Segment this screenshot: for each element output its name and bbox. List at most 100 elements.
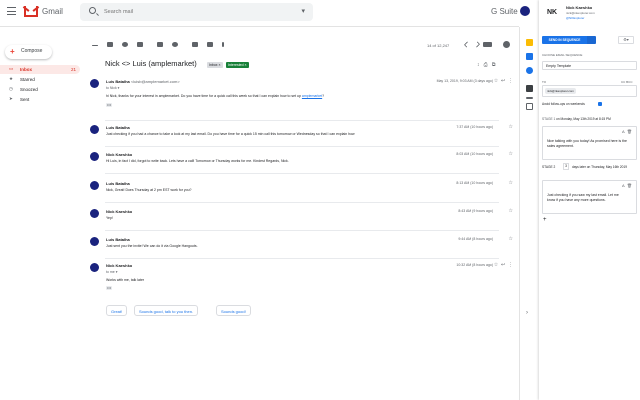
tasks-icon[interactable] — [526, 67, 533, 74]
reply-icon[interactable]: ↩ — [501, 78, 505, 84]
settings-gear-icon[interactable] — [503, 41, 510, 48]
schedule-options-button[interactable] — [587, 36, 596, 44]
delete-icon[interactable]: 🗑 — [627, 129, 632, 134]
smart-reply-great[interactable]: Great! — [106, 305, 128, 316]
smart-reply-talk-then[interactable]: Sounds good, talk to you then. — [134, 305, 199, 316]
left-nav: + Compose ▭ Inbox 21 ★ Starred ◷ Snoozed… — [0, 27, 85, 400]
keyboard-icon[interactable] — [483, 42, 492, 47]
text-format-icon[interactable]: A — [622, 183, 625, 188]
sequence-select[interactable]: Empty Template — [542, 61, 637, 70]
star-icon[interactable]: ☆ — [509, 208, 513, 214]
expand-panel-icon[interactable]: › — [526, 310, 533, 317]
message-item[interactable]: Luis Batalha 9:44 AM (8 hours ago) ☆ Jus… — [85, 235, 519, 257]
send-in-sequence-button[interactable]: SEND IN SEQUENCE — [542, 36, 587, 44]
star-icon[interactable]: ☆ — [509, 151, 513, 157]
keep-icon[interactable] — [526, 53, 533, 60]
message-item[interactable]: Luis Batalha 7:37 AM (10 hours ago) ☆ Ju… — [85, 123, 519, 145]
contact-handle[interactable]: @NKExplorer — [566, 16, 584, 20]
more-vert-icon[interactable] — [222, 42, 224, 47]
label-inbox[interactable]: Inbox × — [207, 62, 223, 68]
search-box[interactable]: ▾ — [80, 3, 313, 21]
stage1-editor[interactable]: A 🗑 Nice talking with you today! As prom… — [542, 126, 637, 160]
report-spam-icon[interactable] — [122, 42, 128, 47]
nav-item-snoozed[interactable]: ◷ Snoozed — [0, 85, 80, 94]
delete-icon[interactable] — [137, 42, 143, 47]
account-avatar[interactable] — [520, 6, 530, 16]
compose-label: Compose — [21, 48, 43, 54]
message-item[interactable]: Nick Kaeshko 10:32 AM (8 hours ago) ☆ ↩ … — [85, 261, 519, 301]
expand-all-icon[interactable]: ↕ — [477, 62, 480, 68]
move-to-icon[interactable] — [192, 42, 198, 47]
message-body: hi Nick, thanks for your interest in amp… — [106, 94, 325, 98]
star-icon[interactable]: ☆ — [494, 262, 498, 268]
mark-unread-icon[interactable] — [157, 42, 163, 47]
archive-icon[interactable] — [107, 42, 113, 47]
search-icon[interactable] — [89, 7, 96, 14]
nav-item-starred[interactable]: ★ Starred — [0, 75, 80, 84]
compose-button[interactable]: + Compose — [5, 45, 52, 59]
divider — [105, 120, 499, 121]
more-vert-icon[interactable]: ⋮ — [508, 78, 513, 84]
snooze-icon[interactable] — [172, 42, 178, 47]
add-stage-icon[interactable]: + — [543, 217, 547, 223]
addon-strip: › — [519, 27, 539, 400]
message-snippet: Hi Luis, in fact I did, forgot to write … — [106, 159, 289, 163]
panel-settings-button[interactable]: ⚙▾ — [618, 36, 634, 44]
stage2-editor[interactable]: A 🗑 Just checking if you saw my last ema… — [542, 180, 637, 214]
label-icon[interactable] — [207, 42, 213, 47]
print-icon[interactable]: ⎙ — [484, 62, 488, 68]
message-item[interactable]: Nick Kaeshko 8:43 AM (9 hours ago) ☆ Yep… — [85, 207, 519, 229]
amplemarket-link[interactable]: amplemarket — [302, 94, 322, 98]
back-arrow-icon[interactable] — [92, 45, 98, 46]
pager-text: 14 of 12,247 — [427, 43, 450, 48]
text-format-icon[interactable]: A — [622, 129, 625, 134]
cc-bcc-toggle[interactable]: CC BCC — [621, 80, 633, 84]
search-input[interactable] — [104, 5, 284, 19]
star-icon[interactable]: ☆ — [509, 180, 513, 186]
show-trimmed-icon[interactable]: ••• — [106, 103, 113, 107]
stage1-header: STAGE 1 on Monday, May 13th 2019 at 8:15… — [542, 117, 611, 121]
stage1-body[interactable]: Nice talking with you today! As promised… — [547, 139, 627, 148]
stage2-when: days later on Thursday, May 16th 2019 — [572, 165, 627, 169]
older-icon[interactable] — [463, 41, 471, 48]
reply-icon[interactable]: ↩ — [501, 262, 505, 268]
amplemarket-panel: NK Nick Kaeshko nick@nkexplorer.com @NKE… — [539, 0, 640, 400]
divider — [105, 258, 499, 259]
sender-name: Nick Kaeshko — [106, 263, 133, 268]
amplemarket-addon-icon[interactable] — [526, 85, 533, 92]
menu-icon[interactable] — [7, 7, 16, 15]
stage2-body[interactable]: Just checking if you saw my last email. … — [547, 193, 627, 202]
sender-avatar — [90, 125, 99, 134]
gmail-app: Gmail ▾ G Suite + Compose ▭ Inbox 21 ★ S… — [0, 0, 640, 400]
newer-icon[interactable] — [473, 41, 481, 48]
nav-item-label: Sent — [20, 97, 30, 102]
delete-icon[interactable]: 🗑 — [627, 183, 632, 188]
star-icon[interactable]: ☆ — [509, 236, 513, 242]
message-snippet: Just sent you the invite! We can do it v… — [106, 244, 198, 248]
label-interested[interactable]: Interested × — [226, 62, 249, 68]
contact-email: nick@nkexplorer.com — [566, 11, 595, 15]
star-icon[interactable]: ☆ — [509, 124, 513, 130]
recipient-line[interactable]: to me ▾ — [106, 270, 117, 274]
star-icon[interactable]: ☆ — [494, 78, 498, 84]
recipient-line[interactable]: to Nick ▾ — [106, 86, 119, 90]
show-trimmed-icon[interactable]: ••• — [106, 286, 113, 290]
message-item[interactable]: Nick Kaeshko 8:03 AM (10 hours ago) ☆ Hi… — [85, 150, 519, 172]
avoid-weekends-label: Avoid follow-ups on weekends — [542, 102, 585, 106]
smart-reply-sounds-good[interactable]: Sounds good! — [216, 305, 251, 316]
message-date: May 13, 2019, 9:03 AM (3 days ago) — [436, 79, 493, 83]
recipient-chip[interactable]: nick@nkexplorer.com — [545, 88, 576, 94]
add-addon-icon[interactable] — [526, 103, 533, 110]
avoid-weekends-checkbox[interactable] — [598, 102, 602, 106]
message-actions: ☆ ↩ ⋮ — [494, 78, 513, 84]
search-options-icon[interactable]: ▾ — [301, 7, 305, 15]
new-window-icon[interactable]: ⧉ — [492, 62, 496, 68]
gmail-logo-icon[interactable] — [24, 6, 38, 17]
message-item[interactable]: Luis Batalha 8:13 AM (10 hours ago) ☆ Ni… — [85, 179, 519, 201]
stage2-days-input[interactable]: 3 — [563, 163, 569, 170]
nav-item-sent[interactable]: ➤ Sent — [0, 95, 80, 104]
nav-item-inbox[interactable]: ▭ Inbox 21 — [0, 65, 80, 74]
more-vert-icon[interactable]: ⋮ — [508, 262, 513, 268]
calendar-icon[interactable] — [526, 39, 533, 46]
send-icon: ➤ — [9, 96, 13, 101]
